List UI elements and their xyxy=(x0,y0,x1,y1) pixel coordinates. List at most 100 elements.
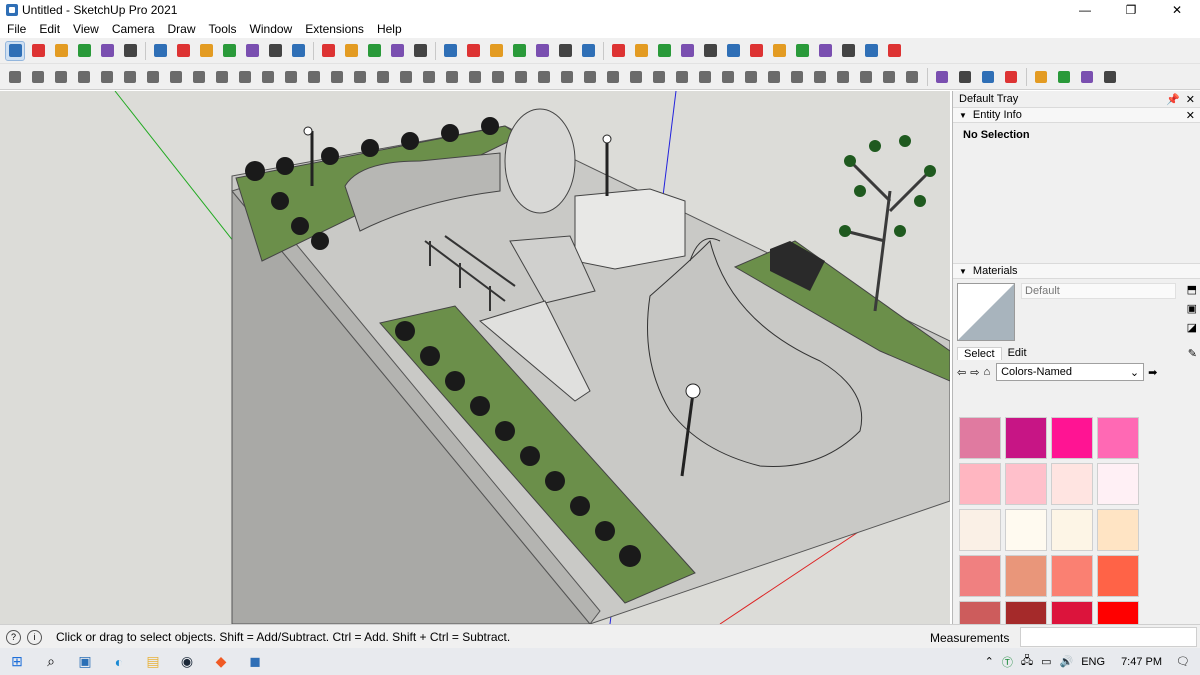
minimize-button[interactable]: — xyxy=(1062,0,1108,20)
section-plane-tool-icon[interactable] xyxy=(411,42,429,60)
language-indicator[interactable]: ENG xyxy=(1081,656,1105,668)
settings-tool-icon[interactable] xyxy=(747,42,765,60)
menu-tools[interactable]: Tools xyxy=(202,22,243,36)
modeling-tool-43-icon[interactable] xyxy=(979,68,997,86)
menu-edit[interactable]: Edit xyxy=(32,22,66,36)
color-swatch[interactable] xyxy=(1051,417,1093,459)
brave-icon[interactable]: ◆ xyxy=(211,652,231,672)
back-arrow-icon[interactable]: ⇦ xyxy=(957,366,966,379)
color-swatch[interactable] xyxy=(1005,417,1047,459)
modeling-tool-31-icon[interactable] xyxy=(696,68,714,86)
color-swatch[interactable] xyxy=(1097,417,1139,459)
paint-bucket-tool-icon[interactable] xyxy=(289,42,307,60)
eyedropper-icon[interactable]: ✎ xyxy=(1188,347,1197,360)
book-3-tool-icon[interactable] xyxy=(862,42,880,60)
modeling-tool-48-icon[interactable] xyxy=(1101,68,1119,86)
account-tool-icon[interactable] xyxy=(533,42,551,60)
layers-tool-icon[interactable] xyxy=(510,42,528,60)
eraser-tool-icon[interactable] xyxy=(29,42,47,60)
panel-close-icon[interactable]: ✕ xyxy=(1186,109,1195,122)
push-pull-tool-icon[interactable] xyxy=(121,42,139,60)
geo-location-icon[interactable]: ? xyxy=(6,629,21,645)
tape-measure-tool-icon[interactable] xyxy=(243,42,261,60)
modeling-tool-3-icon[interactable] xyxy=(52,68,70,86)
home-icon[interactable]: ⌂ xyxy=(983,366,990,378)
extension-tool-icon[interactable] xyxy=(464,42,482,60)
modeling-tool-7-icon[interactable] xyxy=(144,68,162,86)
default-material-icon[interactable]: ▣ xyxy=(1187,302,1197,315)
modeling-tool-46-icon[interactable] xyxy=(1055,68,1073,86)
zoom-extents-tool-icon[interactable] xyxy=(388,42,406,60)
add-location-tool-icon[interactable] xyxy=(632,42,650,60)
measurements-input[interactable] xyxy=(1020,627,1197,647)
zoom-tool-icon[interactable] xyxy=(365,42,383,60)
maximize-button[interactable]: ❐ xyxy=(1108,0,1154,20)
select-tool-icon[interactable] xyxy=(5,40,25,61)
styles-tool-icon[interactable] xyxy=(487,42,505,60)
menu-help[interactable]: Help xyxy=(370,22,408,36)
text-tool-icon[interactable] xyxy=(266,42,284,60)
search-icon[interactable]: ⌕ xyxy=(41,652,61,672)
volume-icon[interactable]: 🔊 xyxy=(1060,655,1074,668)
file-explorer-icon[interactable]: ▤ xyxy=(143,652,163,672)
email-tool-icon[interactable] xyxy=(770,42,788,60)
modeling-tool-20-icon[interactable] xyxy=(443,68,461,86)
modeling-tool-32-icon[interactable] xyxy=(719,68,737,86)
cube-tool-icon[interactable] xyxy=(885,42,903,60)
pan-tool-icon[interactable] xyxy=(342,42,360,60)
modeling-tool-22-icon[interactable] xyxy=(489,68,507,86)
modeling-tool-4-icon[interactable] xyxy=(75,68,93,86)
material-name-field[interactable]: Default xyxy=(1021,283,1176,299)
modeling-tool-23-icon[interactable] xyxy=(512,68,530,86)
scale-tool-icon[interactable] xyxy=(220,42,238,60)
modeling-tool-18-icon[interactable] xyxy=(397,68,415,86)
sandbox-tool-icon[interactable] xyxy=(556,42,574,60)
color-swatch[interactable] xyxy=(1097,509,1139,551)
modeling-tool-37-icon[interactable] xyxy=(834,68,852,86)
book-tool-icon[interactable] xyxy=(816,42,834,60)
network-icon[interactable]: 🖧 xyxy=(1021,652,1033,671)
modeling-tool-25-icon[interactable] xyxy=(558,68,576,86)
t-app-icon[interactable]: Ⓣ xyxy=(1002,654,1013,670)
modeling-tool-1-icon[interactable] xyxy=(6,68,24,86)
color-swatch[interactable] xyxy=(1051,509,1093,551)
menu-window[interactable]: Window xyxy=(243,22,299,36)
rectangle-tool-icon[interactable] xyxy=(98,42,116,60)
modeling-tool-19-icon[interactable] xyxy=(420,68,438,86)
modeling-tool-39-icon[interactable] xyxy=(880,68,898,86)
close-button[interactable]: ✕ xyxy=(1154,0,1200,20)
color-swatch[interactable] xyxy=(1051,555,1093,597)
modeling-tool-2-icon[interactable] xyxy=(29,68,47,86)
warehouse-tool-icon[interactable] xyxy=(441,42,459,60)
tab-select[interactable]: Select xyxy=(957,346,1002,360)
modeling-tool-21-icon[interactable] xyxy=(466,68,484,86)
arc-tool-icon[interactable] xyxy=(75,42,93,60)
render-tool-icon[interactable] xyxy=(678,42,696,60)
color-swatch[interactable] xyxy=(1005,463,1047,505)
menu-extensions[interactable]: Extensions xyxy=(298,22,370,36)
modeling-tool-13-icon[interactable] xyxy=(282,68,300,86)
materials-header[interactable]: ▼ Materials xyxy=(953,263,1200,279)
modeling-tool-35-icon[interactable] xyxy=(788,68,806,86)
model-scene[interactable] xyxy=(0,91,950,624)
menu-file[interactable]: File xyxy=(0,22,32,36)
info-icon[interactable]: i xyxy=(27,629,42,645)
modeling-tool-15-icon[interactable] xyxy=(328,68,346,86)
clock[interactable]: 7:47 PM xyxy=(1121,656,1162,668)
modeling-tool-38-icon[interactable] xyxy=(857,68,875,86)
rotate-tool-icon[interactable] xyxy=(197,42,215,60)
modeling-tool-26-icon[interactable] xyxy=(581,68,599,86)
details-arrow-icon[interactable]: ➡ xyxy=(1148,366,1157,379)
modeling-tool-33-icon[interactable] xyxy=(742,68,760,86)
modeling-tool-16-icon[interactable] xyxy=(351,68,369,86)
color-swatch[interactable] xyxy=(1097,463,1139,505)
layout-tool-icon[interactable] xyxy=(609,42,627,60)
modeling-tool-10-icon[interactable] xyxy=(213,68,231,86)
checker-tool-icon[interactable] xyxy=(701,42,719,60)
tab-edit[interactable]: Edit xyxy=(1002,347,1033,359)
modeling-tool-6-icon[interactable] xyxy=(121,68,139,86)
color-swatch[interactable] xyxy=(959,555,1001,597)
modeling-tool-34-icon[interactable] xyxy=(765,68,783,86)
entity-info-header[interactable]: ▼ Entity Info ✕ xyxy=(953,107,1200,123)
modeling-tool-8-icon[interactable] xyxy=(167,68,185,86)
